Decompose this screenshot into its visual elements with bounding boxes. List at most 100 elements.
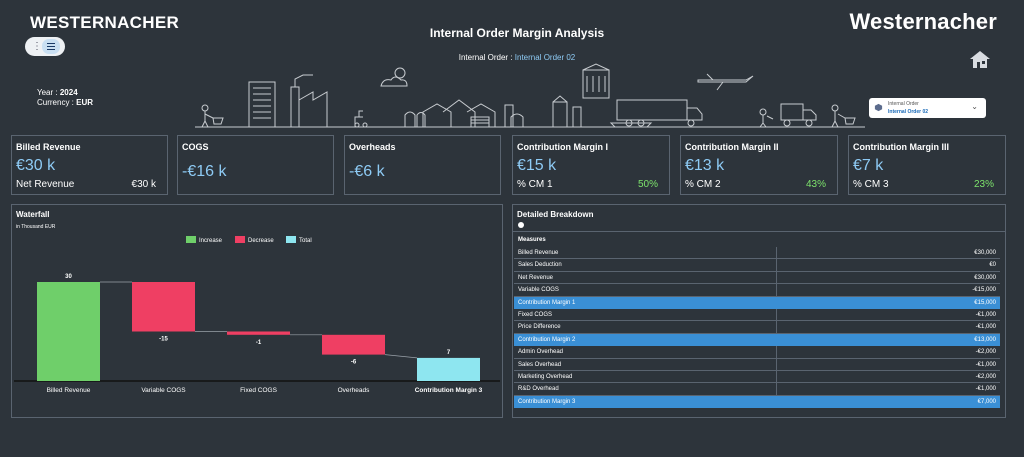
context-info: Year : 2024 Currency : EUR [37, 88, 93, 108]
kpi-title: Contribution Margin II [685, 142, 779, 152]
data-label: -15 [159, 337, 168, 343]
table-row[interactable]: Sales Overhead -€1,000 [514, 358, 1000, 371]
currency-line: Currency : EUR [37, 98, 93, 108]
row-label: Marketing Overhead [518, 373, 573, 380]
row-label: Net Revenue [518, 274, 554, 281]
kpi-value: €13 k [685, 157, 725, 174]
kpi-value: €7 k [853, 157, 884, 174]
row-label: Admin Overhead [518, 349, 564, 356]
table-row[interactable]: Price Difference -€1,000 [514, 321, 1000, 334]
row-value: -€1,000 [975, 386, 996, 393]
table-row[interactable]: Sales Deduction €0 [514, 259, 1000, 272]
row-value: -€2,000 [975, 373, 996, 380]
category-label: Billed Revenue [47, 387, 91, 394]
row-value: -€15,000 [972, 287, 996, 294]
table-row[interactable]: Billed Revenue €30,000 [514, 247, 1000, 260]
kpi-title: COGS [182, 142, 209, 152]
row-value: -€1,000 [975, 361, 996, 368]
kpi-value: -€16 k [182, 163, 227, 180]
waterfall-panel: Waterfall in Thousand EUR Increase Decrea… [11, 204, 503, 418]
waterfall-bar [417, 357, 480, 381]
breakdown-table: Billed Revenue €30,000 Sales Deduction €0 Ne… [514, 247, 1000, 409]
divider [513, 231, 1005, 232]
measures-header: Measures [518, 237, 546, 243]
kpi-sub-label: Net Revenue [16, 179, 75, 190]
legend-label: Increase [199, 238, 223, 244]
kpi-value: -€6 k [349, 163, 385, 180]
filter-label: Internal Order [888, 101, 919, 107]
legend-label: Decrease [248, 238, 274, 244]
page-title: Internal Order Margin Analysis [429, 26, 605, 40]
kpi-sub-value: €30 k [131, 179, 156, 190]
column-divider [776, 358, 777, 371]
currency-label: Currency : [37, 98, 74, 107]
more-vertical-icon[interactable]: ⋮ [32, 41, 42, 52]
table-row[interactable]: Admin Overhead -€2,000 [514, 346, 1000, 359]
waterfall-bar [132, 282, 195, 332]
row-label: Contribution Margin 3 [518, 398, 576, 405]
table-row-highlighted[interactable]: Contribution Margin 1 €15,000 [514, 296, 1000, 309]
kpi-value: €30 k [16, 157, 56, 174]
hamburger-icon[interactable] [42, 39, 60, 54]
column-divider [776, 346, 777, 359]
row-value: -€1,000 [975, 311, 996, 318]
row-value: €7,000 [977, 398, 996, 405]
kpi-sub-label: % CM 2 [685, 179, 721, 190]
kpi-title: Contribution Margin III [853, 142, 949, 152]
data-label: 7 [447, 350, 451, 356]
kpi-sub-value: 43% [805, 179, 826, 190]
kpi-sub-label: % CM 3 [853, 179, 889, 190]
table-row[interactable]: R&D Overhead -€1,000 [514, 383, 1000, 396]
kpi-card-cogs[interactable]: COGS -€16 k [177, 135, 334, 195]
waterfall-bar [322, 334, 385, 355]
row-label: Variable COGS [518, 287, 559, 294]
row-label: Contribution Margin 2 [518, 336, 576, 343]
kpi-card-contribution-margin-1[interactable]: Contribution Margin I €15 k % CM 1 50% [512, 135, 670, 195]
kpi-sub-label: % CM 1 [517, 179, 553, 190]
column-divider [776, 284, 777, 297]
kpi-card-billed-revenue[interactable]: Billed Revenue €30 k Net Revenue €30 k [11, 135, 168, 195]
legend-label: Total [299, 238, 312, 244]
table-row[interactable]: Marketing Overhead -€2,000 [514, 370, 1000, 384]
row-value: €15,000 [974, 299, 996, 306]
table-row-highlighted[interactable]: Contribution Margin 2 €13,000 [514, 333, 1000, 347]
row-label: Billed Revenue [518, 250, 559, 256]
row-label: R&D Overhead [518, 386, 559, 393]
table-row[interactable]: Variable COGS -€15,000 [514, 284, 1000, 297]
table-row[interactable]: Fixed COGS -€1,000 [514, 308, 1000, 322]
supply-chain-illustration [195, 63, 865, 128]
row-value: -€2,000 [975, 349, 996, 356]
connector-line [384, 354, 418, 359]
home-icon[interactable] [969, 49, 991, 69]
data-label: -6 [351, 360, 357, 366]
kpi-card-contribution-margin-3[interactable]: Contribution Margin III €7 k % CM 3 23% [848, 135, 1006, 195]
legend-swatch [186, 236, 196, 243]
table-row[interactable]: Net Revenue €30,000 [514, 271, 1000, 285]
legend-swatch [286, 236, 296, 243]
kpi-value: €15 k [517, 157, 557, 174]
year-label: Year : [37, 88, 58, 97]
row-value: €30,000 [974, 250, 996, 256]
row-label: Price Difference [518, 324, 561, 331]
status-dot-icon [518, 222, 524, 228]
row-label: Fixed COGS [518, 311, 553, 318]
internal-order-filter[interactable]: Internal Order Internal Order 02 ⌄ [869, 98, 986, 118]
table-row-highlighted[interactable]: Contribution Margin 3 €7,000 [514, 395, 1000, 409]
kpi-card-contribution-margin-2[interactable]: Contribution Margin II €13 k % CM 2 43% [680, 135, 838, 195]
column-divider [776, 271, 777, 285]
column-divider [776, 308, 777, 322]
category-label: Contribution Margin 3 [415, 387, 483, 394]
breakdown-title: Detailed Breakdown [517, 210, 594, 219]
chevron-down-icon[interactable]: ⌄ [971, 102, 978, 111]
category-label: Variable COGS [141, 387, 186, 394]
kpi-card-overheads[interactable]: Overheads -€6 k [344, 135, 501, 195]
breakdown-panel: Detailed Breakdown Measures Billed Reven… [512, 204, 1006, 418]
waterfall-chart: Increase Decrease Total 30 Billed Revenue -15… [14, 236, 500, 394]
column-divider [776, 370, 777, 384]
column-divider [776, 247, 777, 260]
row-value: €30,000 [974, 274, 996, 281]
year-value: 2024 [59, 88, 78, 97]
category-label: Overheads [338, 387, 371, 394]
row-value: €13,000 [974, 336, 996, 343]
currency-value: EUR [76, 98, 94, 107]
